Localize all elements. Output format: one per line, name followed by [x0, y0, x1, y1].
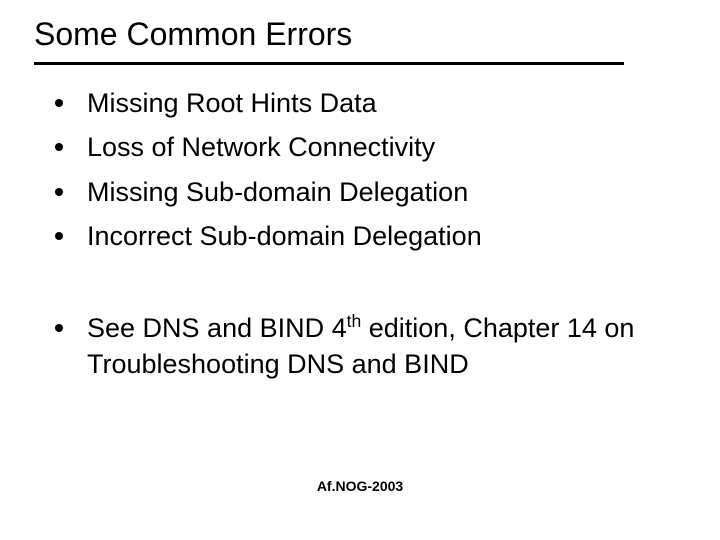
bullet-text: Missing Root Hints Data — [87, 85, 377, 121]
bullet-list-reference: See DNS and BIND 4th edition, Chapter 14… — [55, 310, 675, 391]
list-item: See DNS and BIND 4th edition, Chapter 14… — [55, 310, 675, 383]
bullet-text: Incorrect Sub-domain Delegation — [87, 218, 482, 254]
bullet-text: Loss of Network Connectivity — [87, 129, 435, 165]
bullet-icon — [55, 188, 63, 196]
slide-footer: Af.NOG-2003 — [0, 478, 720, 494]
list-item: Incorrect Sub-domain Delegation — [55, 218, 665, 254]
slide-title: Some Common Errors — [34, 16, 352, 53]
ref-superscript: th — [347, 311, 362, 331]
bullet-icon — [55, 99, 63, 107]
bullet-text: See DNS and BIND 4th edition, Chapter 14… — [87, 310, 675, 383]
title-underline — [34, 62, 624, 65]
bullet-list-main: Missing Root Hints Data Loss of Network … — [55, 85, 665, 263]
bullet-icon — [55, 143, 63, 151]
slide: Some Common Errors Missing Root Hints Da… — [0, 0, 720, 540]
bullet-icon — [55, 324, 63, 332]
ref-pre: See DNS and BIND 4 — [87, 313, 347, 343]
list-item: Loss of Network Connectivity — [55, 129, 665, 165]
bullet-icon — [55, 232, 63, 240]
bullet-text: Missing Sub-domain Delegation — [87, 174, 468, 210]
list-item: Missing Root Hints Data — [55, 85, 665, 121]
list-item: Missing Sub-domain Delegation — [55, 174, 665, 210]
